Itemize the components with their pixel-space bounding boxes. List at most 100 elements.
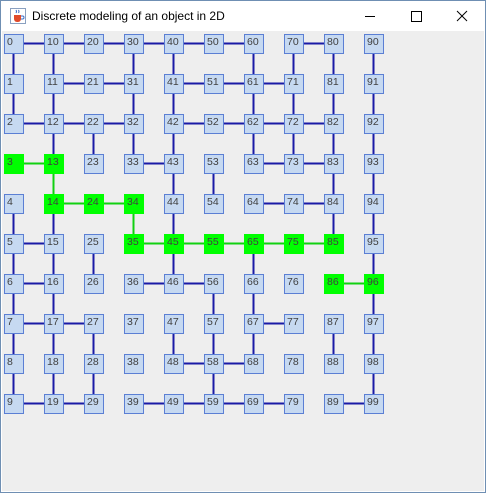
node-3[interactable]: 3 [4,154,24,174]
node-35[interactable]: 35 [124,234,144,254]
node-89[interactable]: 89 [324,394,344,414]
node-52[interactable]: 52 [204,114,224,134]
close-button[interactable] [439,1,485,31]
node-18[interactable]: 18 [44,354,64,374]
node-91[interactable]: 91 [364,74,384,94]
node-23[interactable]: 23 [84,154,104,174]
node-55[interactable]: 55 [204,234,224,254]
node-96[interactable]: 96 [364,274,384,294]
node-65[interactable]: 65 [244,234,264,254]
node-76[interactable]: 76 [284,274,304,294]
node-63[interactable]: 63 [244,154,264,174]
node-37[interactable]: 37 [124,314,144,334]
node-33[interactable]: 33 [124,154,144,174]
node-17[interactable]: 17 [44,314,64,334]
node-50[interactable]: 50 [204,34,224,54]
node-32[interactable]: 32 [124,114,144,134]
node-97[interactable]: 97 [364,314,384,334]
node-58[interactable]: 58 [204,354,224,374]
node-34[interactable]: 34 [124,194,144,214]
node-60[interactable]: 60 [244,34,264,54]
node-12[interactable]: 12 [44,114,64,134]
node-56[interactable]: 56 [204,274,224,294]
node-38[interactable]: 38 [124,354,144,374]
node-48[interactable]: 48 [164,354,184,374]
node-22[interactable]: 22 [84,114,104,134]
node-95[interactable]: 95 [364,234,384,254]
node-27[interactable]: 27 [84,314,104,334]
node-74[interactable]: 74 [284,194,304,214]
node-85[interactable]: 85 [324,234,344,254]
minimize-button[interactable] [347,1,393,31]
node-10[interactable]: 10 [44,34,64,54]
node-77[interactable]: 77 [284,314,304,334]
node-73[interactable]: 73 [284,154,304,174]
node-39[interactable]: 39 [124,394,144,414]
node-2[interactable]: 2 [4,114,24,134]
node-24[interactable]: 24 [84,194,104,214]
node-43[interactable]: 43 [164,154,184,174]
node-62[interactable]: 62 [244,114,264,134]
node-80[interactable]: 80 [324,34,344,54]
node-82[interactable]: 82 [324,114,344,134]
node-72[interactable]: 72 [284,114,304,134]
node-9[interactable]: 9 [4,394,24,414]
node-26[interactable]: 26 [84,274,104,294]
node-69[interactable]: 69 [244,394,264,414]
node-15[interactable]: 15 [44,234,64,254]
node-71[interactable]: 71 [284,74,304,94]
node-30[interactable]: 30 [124,34,144,54]
node-66[interactable]: 66 [244,274,264,294]
node-75[interactable]: 75 [284,234,304,254]
node-81[interactable]: 81 [324,74,344,94]
node-49[interactable]: 49 [164,394,184,414]
node-8[interactable]: 8 [4,354,24,374]
node-83[interactable]: 83 [324,154,344,174]
node-20[interactable]: 20 [84,34,104,54]
node-79[interactable]: 79 [284,394,304,414]
node-87[interactable]: 87 [324,314,344,334]
node-98[interactable]: 98 [364,354,384,374]
node-99[interactable]: 99 [364,394,384,414]
node-61[interactable]: 61 [244,74,264,94]
node-70[interactable]: 70 [284,34,304,54]
node-19[interactable]: 19 [44,394,64,414]
node-31[interactable]: 31 [124,74,144,94]
node-94[interactable]: 94 [364,194,384,214]
node-54[interactable]: 54 [204,194,224,214]
title-bar[interactable]: Discrete modeling of an object in 2D [1,1,485,31]
node-0[interactable]: 0 [4,34,24,54]
node-84[interactable]: 84 [324,194,344,214]
node-88[interactable]: 88 [324,354,344,374]
node-53[interactable]: 53 [204,154,224,174]
node-59[interactable]: 59 [204,394,224,414]
node-14[interactable]: 14 [44,194,64,214]
node-40[interactable]: 40 [164,34,184,54]
node-16[interactable]: 16 [44,274,64,294]
node-93[interactable]: 93 [364,154,384,174]
node-7[interactable]: 7 [4,314,24,334]
node-6[interactable]: 6 [4,274,24,294]
node-28[interactable]: 28 [84,354,104,374]
node-21[interactable]: 21 [84,74,104,94]
node-44[interactable]: 44 [164,194,184,214]
node-67[interactable]: 67 [244,314,264,334]
node-11[interactable]: 11 [44,74,64,94]
node-42[interactable]: 42 [164,114,184,134]
node-47[interactable]: 47 [164,314,184,334]
node-45[interactable]: 45 [164,234,184,254]
node-36[interactable]: 36 [124,274,144,294]
node-4[interactable]: 4 [4,194,24,214]
node-57[interactable]: 57 [204,314,224,334]
maximize-button[interactable] [393,1,439,31]
node-29[interactable]: 29 [84,394,104,414]
node-92[interactable]: 92 [364,114,384,134]
node-86[interactable]: 86 [324,274,344,294]
node-68[interactable]: 68 [244,354,264,374]
node-41[interactable]: 41 [164,74,184,94]
node-51[interactable]: 51 [204,74,224,94]
node-25[interactable]: 25 [84,234,104,254]
node-1[interactable]: 1 [4,74,24,94]
node-13[interactable]: 13 [44,154,64,174]
node-90[interactable]: 90 [364,34,384,54]
